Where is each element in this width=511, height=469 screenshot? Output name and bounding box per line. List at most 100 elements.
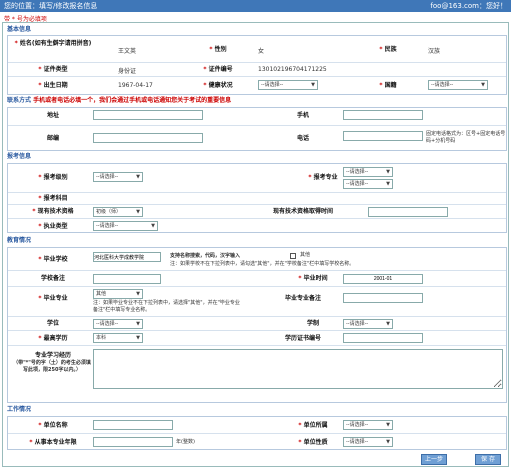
grad-time-label: * 毕业时间 xyxy=(298,275,328,282)
other-label: 其他 xyxy=(300,252,311,258)
degree-select[interactable]: --请选择-- ▼ xyxy=(93,319,143,329)
cert-no-input[interactable] xyxy=(343,333,423,343)
contact-warning: 手机或者电话必填一个，我们会通过手机或电话通知您关于考试的重要信息 xyxy=(33,97,232,104)
years-label: * 从事本专业年限 xyxy=(29,439,77,446)
chevron-down-icon: ▼ xyxy=(386,181,390,187)
chevron-down-icon: ▼ xyxy=(386,321,390,327)
edu-row-3: * 毕业专业 其他 ▼ 注：如果毕业专业不在下拉列表中，请选择"其他"，并在"毕业… xyxy=(8,286,506,316)
study-experience-note: （带"*"号的字（土）的考生必须填写此项，限250字以内。） xyxy=(13,360,91,373)
name-value: 王文英 xyxy=(118,48,137,55)
mobile-input[interactable] xyxy=(343,110,423,120)
edu-row-5: * 最高学历 本科 ▼ 学历证书编号 xyxy=(8,330,506,345)
save-button[interactable]: 保 存 xyxy=(475,454,501,465)
birth-label: * 出生日期 xyxy=(38,82,68,89)
exam-row-2: * 报考科目 xyxy=(8,192,506,204)
health-label: * 健康状况 xyxy=(203,82,233,89)
grad-major-remark-label: 毕业专业备注 xyxy=(284,295,321,302)
postcode-input[interactable] xyxy=(93,133,203,143)
name-label: * 姓名(如有生僻字请用拼音) xyxy=(14,40,92,47)
ethnic-label: * 民族 xyxy=(379,46,397,53)
years-unit: 年(整数) xyxy=(176,439,195,445)
highest-edu-select[interactable]: 本科 ▼ xyxy=(93,333,143,343)
qualification-time-label: 现有技术资格取得时间 xyxy=(272,208,333,215)
basic-row-2: * 证件类型 身份证 * 证件编号 130102196704171225 xyxy=(8,62,506,76)
address-label: 地址 xyxy=(46,112,59,119)
prev-button[interactable]: 上一步 xyxy=(421,454,447,465)
idtype-value: 身份证 xyxy=(118,68,137,75)
section-title-exam: 报考信息 xyxy=(7,153,32,160)
work-section: * 单位名称 * 单位所属 --请选择-- ▼ * 从事本专业年限 年(整数) *… xyxy=(7,416,507,450)
study-length-select[interactable]: --请选择-- ▼ xyxy=(343,319,393,329)
section-title-work: 工作情况 xyxy=(7,406,32,413)
school-input[interactable] xyxy=(93,252,161,262)
user-greeting: foo@163.com：您好！ xyxy=(430,2,507,10)
school-note: 注：如果学校不在下拉列表中，请勾选"其他"，并在"学校备注"栏中填写学校名称。 xyxy=(170,261,355,267)
exam-subject-label: * 报考科目 xyxy=(38,195,68,202)
exam-section: * 报考级别 --请选择-- ▼ * 报考专业 --请选择-- ▼ --请选择-- ▼… xyxy=(7,163,507,233)
exam-major-select-1[interactable]: --请选择-- ▼ xyxy=(343,167,393,177)
edu-row-4: 学位 --请选择-- ▼ 学制 --请选择-- ▼ xyxy=(8,316,506,330)
health-select[interactable]: --请选择-- ▼ xyxy=(258,80,318,90)
cert-no-label: 学历证书编号 xyxy=(284,335,321,342)
contact-row-2: 邮编 电话 固定电话格式为：区号+固定电话号码+分机号码 xyxy=(8,125,506,151)
chevron-down-icon: ▼ xyxy=(386,439,390,445)
nation-select[interactable]: --请选择-- ▼ xyxy=(428,80,488,90)
qualification-time-input[interactable] xyxy=(368,207,448,217)
chevron-down-icon: ▼ xyxy=(481,82,485,88)
practice-type-label: * 执业类型 xyxy=(38,223,68,230)
school-remark-input[interactable] xyxy=(93,274,161,284)
unit-name-label: * 单位名称 xyxy=(38,422,68,429)
breadcrumb: 您的位置：填写/修改报名信息 xyxy=(4,2,98,10)
section-title-edu: 教育情况 xyxy=(7,237,32,244)
unit-nature-select[interactable]: --请选择-- ▼ xyxy=(343,437,393,447)
idno-value: 130102196704171225 xyxy=(258,66,327,73)
chevron-down-icon: ▼ xyxy=(136,174,140,180)
unit-region-select[interactable]: --请选择-- ▼ xyxy=(343,420,393,430)
mobile-label: 手机 xyxy=(296,112,309,119)
idno-label: * 证件编号 xyxy=(203,66,233,73)
nation-label: * 国籍 xyxy=(379,82,397,89)
years-input[interactable] xyxy=(93,437,173,447)
exam-row-3: * 现有技术资格 初级（师） ▼ 现有技术资格取得时间 xyxy=(8,204,506,218)
postcode-label: 邮编 xyxy=(46,135,59,142)
grad-time-input[interactable] xyxy=(343,274,423,284)
grad-major-label: * 毕业专业 xyxy=(38,295,68,302)
exam-level-select[interactable]: --请选择-- ▼ xyxy=(93,172,143,182)
study-experience-textarea[interactable] xyxy=(93,349,503,389)
address-input[interactable] xyxy=(93,110,203,120)
birth-value: 1967-04-17 xyxy=(118,82,153,89)
exam-major-select-2[interactable]: --请选择-- ▼ xyxy=(343,179,393,189)
chevron-down-icon: ▼ xyxy=(136,209,140,215)
study-length-label: 学制 xyxy=(306,320,319,327)
practice-type-select[interactable]: --请选择-- ▼ xyxy=(93,221,158,231)
chevron-down-icon: ▼ xyxy=(386,422,390,428)
phone-input[interactable] xyxy=(343,131,423,141)
grad-major-remark-input[interactable] xyxy=(343,293,423,303)
chevron-down-icon: ▼ xyxy=(136,321,140,327)
unit-name-input[interactable] xyxy=(93,420,173,430)
edu-row-2: 学校备注 * 毕业时间 xyxy=(8,270,506,286)
phone-label: 电话 xyxy=(296,135,309,142)
unit-nature-label: * 单位性质 xyxy=(298,439,328,446)
form-page: 基本信息 * 姓名(如有生僻字请用拼音) 王文英 * 性别 女 * 民族 汉族 … xyxy=(2,22,509,467)
chevron-down-icon: ▼ xyxy=(136,291,140,297)
ethnic-value: 汉族 xyxy=(428,48,441,55)
chevron-down-icon: ▼ xyxy=(136,335,140,341)
grad-major-note: 注：如果毕业专业不在下拉列表中，请选择"其他"，并在"毕业专业备注"栏中填写专业… xyxy=(93,300,240,313)
contact-section: 地址 手机 邮编 电话 固定电话格式为：区号+固定电话号码+分机号码 xyxy=(7,107,507,151)
qualification-select[interactable]: 初级（师） ▼ xyxy=(93,207,143,217)
degree-label: 学位 xyxy=(46,320,59,327)
section-title-contact: 联系方式 手机或者电话必填一个，我们会通过手机或电话通知您关于考试的重要信息 xyxy=(7,97,232,104)
idtype-label: * 证件类型 xyxy=(38,66,68,73)
phone-hint: 固定电话格式为：区号+固定电话号码+分机号码 xyxy=(426,131,506,144)
chevron-down-icon: ▼ xyxy=(151,223,155,229)
other-checkbox[interactable] xyxy=(290,253,296,259)
work-row-2: * 从事本专业年限 年(整数) * 单位性质 --请选择-- ▼ xyxy=(8,433,506,450)
exam-row-4: * 执业类型 --请选择-- ▼ xyxy=(8,218,506,233)
school-hint: 支持名称搜索，代码，汉字输入 xyxy=(170,253,241,259)
top-bar: 您的位置：填写/修改报名信息 foo@163.com：您好！ xyxy=(0,0,511,12)
basic-row-3: * 出生日期 1967-04-17 * 健康状况 --请选择-- ▼ * 国籍 -… xyxy=(8,76,506,95)
grad-major-select[interactable]: 其他 ▼ xyxy=(93,289,143,299)
unit-region-label: * 单位所属 xyxy=(298,422,328,429)
section-title-basic: 基本信息 xyxy=(7,26,32,33)
